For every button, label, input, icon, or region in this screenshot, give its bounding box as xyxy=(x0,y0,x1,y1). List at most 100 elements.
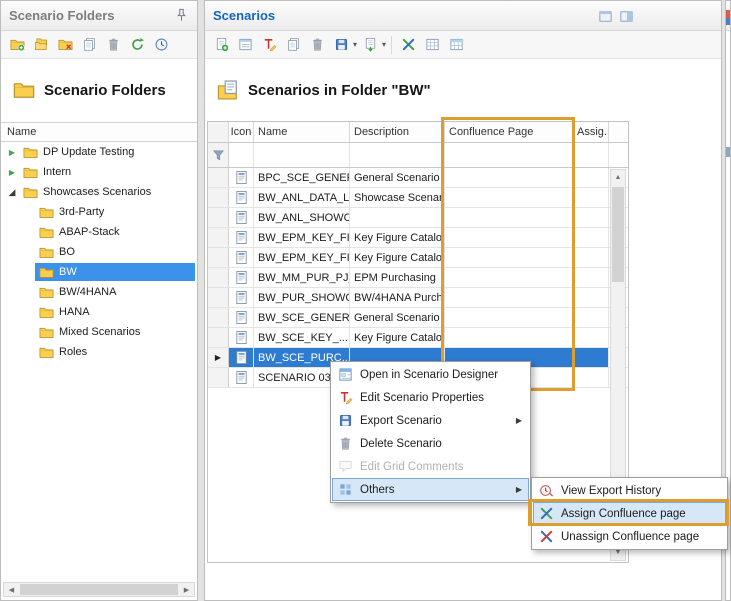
scenario-confluence-cell[interactable] xyxy=(445,228,573,247)
scenario-row-bw-sce-key[interactable]: BW_SCE_KEY_...Key Figure Catalog... xyxy=(208,328,628,348)
tree-item-mixed-scenarios[interactable]: Mixed Scenarios xyxy=(1,322,195,342)
import-scenario-button[interactable] xyxy=(359,34,381,56)
column-header-description[interactable]: Description xyxy=(350,122,445,142)
tree-item-content[interactable]: Roles xyxy=(35,343,195,361)
scenario-row-bw-mm-pur-pj-01[interactable]: BW_MM_PUR_PJ_01EPM Purchasing xyxy=(208,268,628,288)
column-header-icon[interactable]: Icon xyxy=(229,122,254,142)
tree-item-bw-4hana[interactable]: BW/4HANA xyxy=(1,282,195,302)
column-header-assig[interactable]: Assig... xyxy=(573,122,609,142)
filter-cell-confluence-page[interactable] xyxy=(445,143,573,167)
scenario-confluence-cell[interactable] xyxy=(445,328,573,347)
menu-item-delete-scenario[interactable]: Delete Scenario xyxy=(332,432,529,455)
scenario-assigned-cell[interactable] xyxy=(573,348,609,367)
scenario-name-cell[interactable]: BPC_SCE_GENERA... xyxy=(254,168,350,187)
scenario-name-cell[interactable]: BW_SCE_GENERAL... xyxy=(254,308,350,327)
scenario-confluence-cell[interactable] xyxy=(445,208,573,227)
scenario-assigned-cell[interactable] xyxy=(573,328,609,347)
filter-indicator-cell[interactable] xyxy=(208,143,229,167)
duplicate-scenario-button[interactable] xyxy=(282,34,304,56)
scenario-name-cell[interactable]: BW_ANL_SHOWCA... xyxy=(254,208,350,227)
scroll-thumb[interactable] xyxy=(612,187,624,282)
history-button[interactable] xyxy=(150,34,172,56)
scenario-row-bw-sce-general[interactable]: BW_SCE_GENERAL...General Scenario f... xyxy=(208,308,628,328)
scenario-name-cell[interactable]: BW_EPM_KEY_FIG... xyxy=(254,248,350,267)
scenario-assigned-cell[interactable] xyxy=(573,188,609,207)
scenario-row-bw-pur-showca[interactable]: BW_PUR_SHOWCA...BW/4HANA Purcha... xyxy=(208,288,628,308)
menu-item-unassign-confluence-page[interactable]: Unassign Confluence page xyxy=(533,525,726,548)
scenario-assigned-cell[interactable] xyxy=(573,368,609,387)
tree-item-content[interactable]: ABAP-Stack xyxy=(35,223,195,241)
tree-item-content[interactable]: DP Update Testing xyxy=(19,143,195,161)
scenario-confluence-cell[interactable] xyxy=(445,308,573,327)
pin-icon[interactable] xyxy=(173,8,189,24)
scenario-assigned-cell[interactable] xyxy=(573,168,609,187)
scenario-description-cell[interactable]: BW/4HANA Purcha... xyxy=(350,288,445,307)
tree-item-bw[interactable]: BW xyxy=(1,262,195,282)
scenario-name-cell[interactable]: BW_SCE_KEY_... xyxy=(254,328,350,347)
tree-item-content[interactable]: BW/4HANA xyxy=(35,283,195,301)
menu-item-others[interactable]: Others▶ xyxy=(332,478,529,501)
tree-item-content[interactable]: BO xyxy=(35,243,195,261)
scenario-assigned-cell[interactable] xyxy=(573,248,609,267)
column-header-name[interactable]: Name xyxy=(254,122,350,142)
twisty-collapsed-icon[interactable]: ▶ xyxy=(5,148,19,157)
grid-view-button[interactable] xyxy=(421,34,443,56)
assign-confluence-button[interactable] xyxy=(397,34,419,56)
scenario-row-bw-epm-key-fig[interactable]: BW_EPM_KEY_FIG...Key Figure Catalog... xyxy=(208,228,628,248)
scroll-thumb[interactable] xyxy=(20,584,178,595)
scenario-confluence-cell[interactable] xyxy=(445,168,573,187)
tree-item-3rd-party[interactable]: 3rd-Party xyxy=(1,202,195,222)
scenario-confluence-cell[interactable] xyxy=(445,268,573,287)
copy-folder-button[interactable] xyxy=(30,34,52,56)
tree-item-showcases-scenarios[interactable]: ◢Showcases Scenarios xyxy=(1,182,195,202)
scenario-description-cell[interactable]: Key Figure Catalog... xyxy=(350,328,445,347)
new-scenario-button[interactable] xyxy=(210,34,232,56)
scenario-assigned-cell[interactable] xyxy=(573,288,609,307)
scenario-assigned-cell[interactable] xyxy=(573,268,609,287)
tree-item-content[interactable]: BW xyxy=(35,263,195,281)
delete-scenario-button[interactable] xyxy=(306,34,328,56)
scroll-left-button[interactable]: ◀ xyxy=(4,586,19,594)
scenario-row-bw-anl-data-lo[interactable]: BW_ANL_DATA_LO...Showcase Scenario... xyxy=(208,188,628,208)
menu-item-assign-confluence-page[interactable]: Assign Confluence page xyxy=(533,502,726,525)
tree-item-abap-stack[interactable]: ABAP-Stack xyxy=(1,222,195,242)
scenario-confluence-cell[interactable] xyxy=(445,188,573,207)
dropdown-arrow-icon[interactable]: ▾ xyxy=(353,40,357,49)
scenario-description-cell[interactable]: EPM Purchasing xyxy=(350,268,445,287)
scenario-description-cell[interactable]: Showcase Scenario... xyxy=(350,188,445,207)
tree-item-hana[interactable]: HANA xyxy=(1,302,195,322)
scenario-confluence-cell[interactable] xyxy=(445,248,573,267)
window-layout-icon[interactable] xyxy=(597,8,613,24)
menu-item-export-scenario[interactable]: Export Scenario▶ xyxy=(332,409,529,432)
filter-cell-name[interactable] xyxy=(254,143,350,167)
tree-item-content[interactable]: 3rd-Party xyxy=(35,203,195,221)
scenario-assigned-cell[interactable] xyxy=(573,308,609,327)
tree-item-roles[interactable]: Roles xyxy=(1,342,195,362)
edit-properties-button[interactable] xyxy=(258,34,280,56)
tree-item-bo[interactable]: BO xyxy=(1,242,195,262)
scenario-assigned-cell[interactable] xyxy=(573,228,609,247)
refresh-button[interactable] xyxy=(126,34,148,56)
scenario-description-cell[interactable]: Key Figure Catalog xyxy=(350,248,445,267)
menu-item-open-in-scenario-designer[interactable]: Open in Scenario Designer xyxy=(332,363,529,386)
tree-item-content[interactable]: Intern xyxy=(19,163,195,181)
scroll-up-button[interactable]: ▲ xyxy=(611,170,625,185)
scenario-row-bw-epm-key-fig[interactable]: BW_EPM_KEY_FIG...Key Figure Catalog xyxy=(208,248,628,268)
scenario-description-cell[interactable]: General Scenario o... xyxy=(350,168,445,187)
scenario-assigned-cell[interactable] xyxy=(573,208,609,227)
filter-cell-assig[interactable] xyxy=(573,143,609,167)
menu-item-edit-scenario-properties[interactable]: Edit Scenario Properties xyxy=(332,386,529,409)
scenario-name-cell[interactable]: BW_MM_PUR_PJ_01 xyxy=(254,268,350,287)
tree-item-content[interactable]: Showcases Scenarios xyxy=(19,183,195,201)
delete-folder-button[interactable] xyxy=(102,34,124,56)
twisty-collapsed-icon[interactable]: ▶ xyxy=(5,168,19,177)
dropdown-arrow-icon[interactable]: ▾ xyxy=(382,40,386,49)
export-scenario-button[interactable] xyxy=(330,34,352,56)
tree-item-dp-update-testing[interactable]: ▶DP Update Testing xyxy=(1,142,195,162)
paste-folder-button[interactable] xyxy=(78,34,100,56)
layout-view-button[interactable] xyxy=(445,34,467,56)
remove-folder-button[interactable] xyxy=(54,34,76,56)
filter-cell-description[interactable] xyxy=(350,143,445,167)
menu-item-view-export-history[interactable]: View Export History xyxy=(533,479,726,502)
scroll-right-button[interactable]: ▶ xyxy=(179,586,194,594)
